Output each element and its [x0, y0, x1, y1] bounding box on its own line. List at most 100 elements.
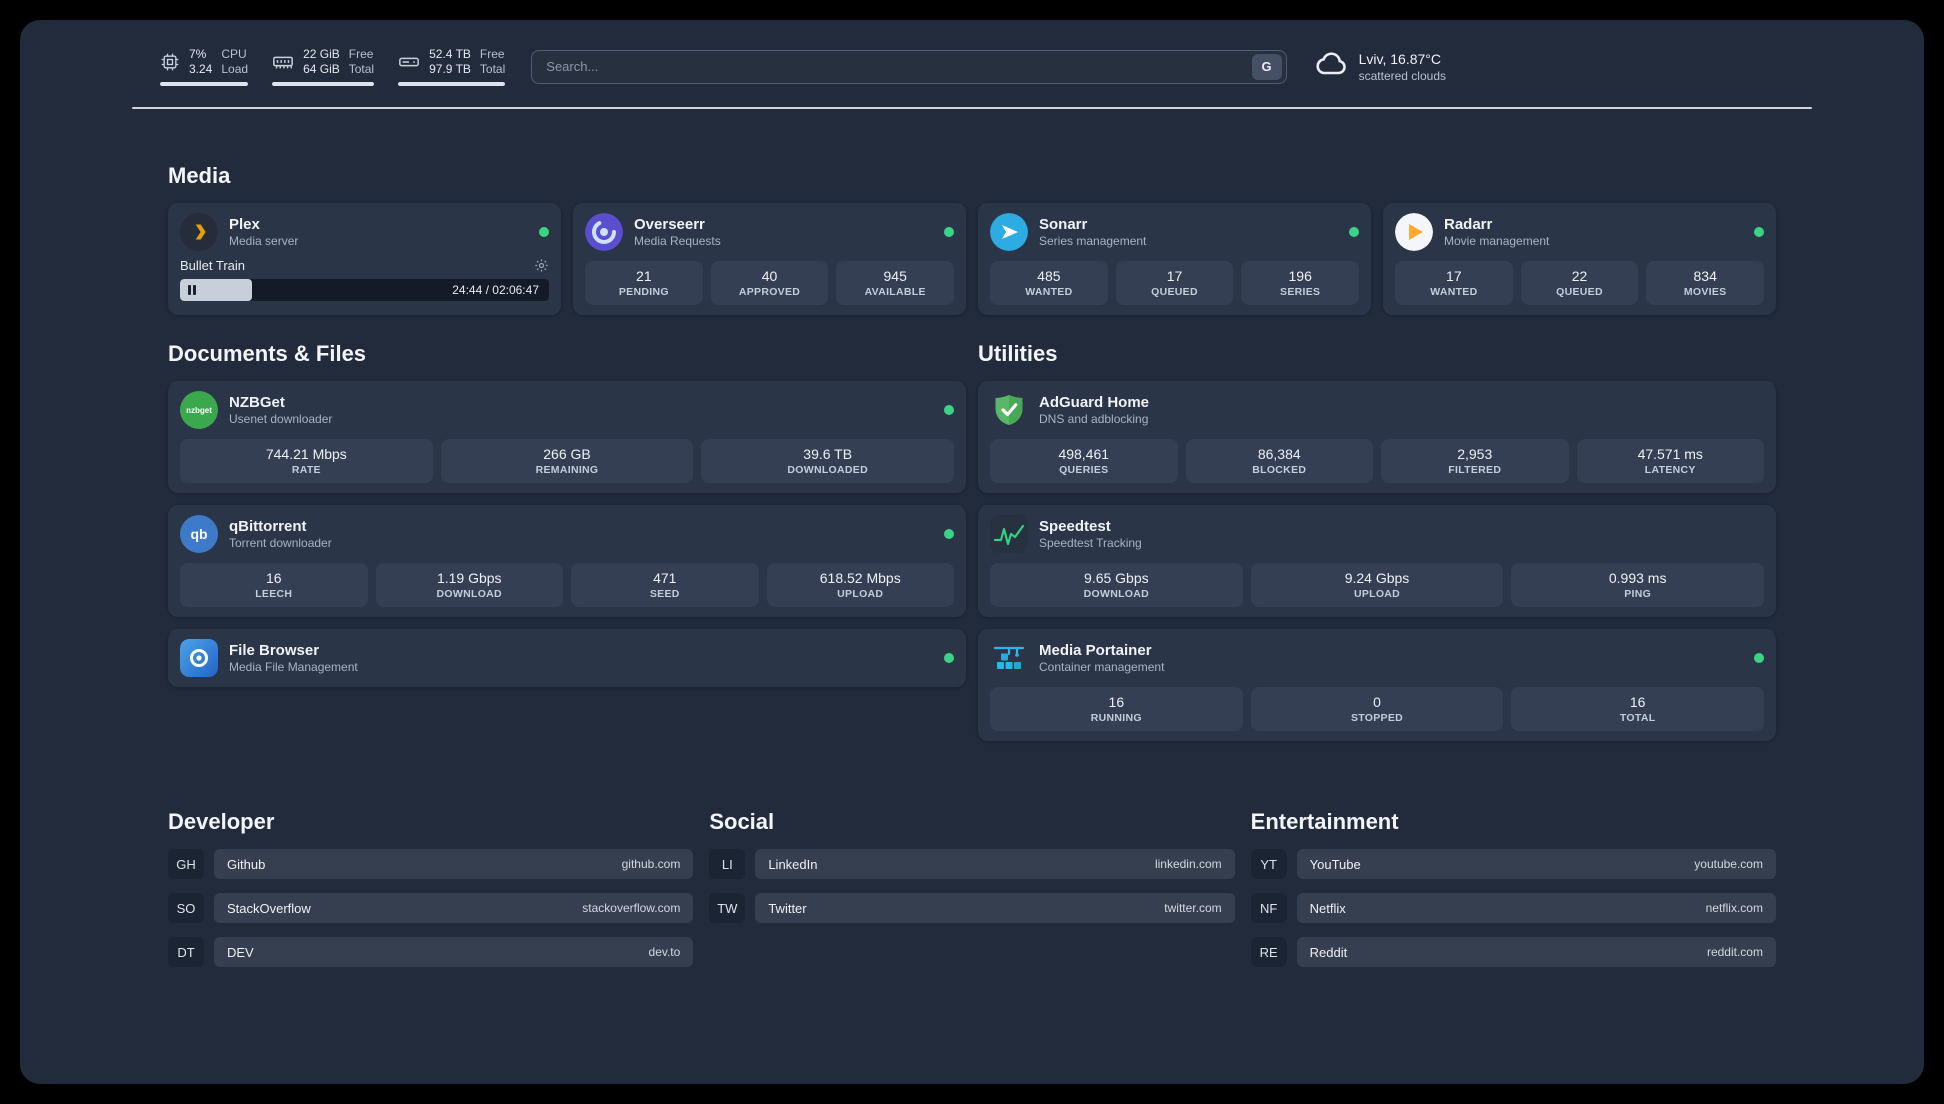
section-developer: Developer GH Github github.com SO StackO…: [168, 809, 694, 981]
pause-button[interactable]: [188, 285, 196, 295]
stat-tile: 2,953 FILTERED: [1381, 439, 1569, 483]
cpu-label2: Load: [221, 62, 249, 76]
app-name: Radarr: [1444, 216, 1493, 233]
bookmark-abbr: YT: [1250, 849, 1287, 879]
status-dot: [1754, 227, 1764, 237]
search-input[interactable]: [544, 58, 1252, 75]
section-media: Media Plex Media server Bullet Train 24:…: [168, 163, 1776, 315]
app-card-adguard[interactable]: AdGuard Home DNS and adblocking 498,461 …: [978, 381, 1776, 493]
memory-label2: Total: [348, 62, 375, 76]
gear-icon[interactable]: [534, 258, 549, 273]
app-name: Overseerr: [634, 216, 705, 233]
app-desc: Speedtest Tracking: [1039, 536, 1142, 550]
search-bar: G: [531, 49, 1287, 84]
bookmark-abbr: GH: [168, 849, 204, 879]
overseerr-icon: [585, 213, 623, 251]
app-name: Plex: [229, 216, 260, 233]
bookmark-abbr: SO: [168, 893, 204, 923]
stat-tile: 40 APPROVED: [710, 261, 829, 305]
app-card-qbittorrent[interactable]: qb qBittorrent Torrent downloader 16 LEE…: [168, 505, 966, 617]
media-heading: Media: [168, 163, 231, 188]
bookmark-link[interactable]: Netflix netflix.com: [1296, 893, 1776, 923]
app-name: NZBGet: [229, 394, 285, 411]
stat-tile: 21 PENDING: [585, 261, 703, 305]
app-desc: Torrent downloader: [229, 536, 332, 550]
status-dot: [944, 405, 954, 415]
bookmark-abbr: RE: [1250, 937, 1287, 967]
bookmark-link[interactable]: Twitter twitter.com: [755, 893, 1235, 923]
storage-free: 52.4 TB: [429, 47, 471, 61]
bookmark-netflix: NF Netflix netflix.com: [1250, 893, 1776, 923]
stat-tile: 9.24 Gbps UPLOAD: [1250, 563, 1504, 607]
qbittorrent-icon: qb: [180, 515, 218, 553]
app-desc: Series management: [1039, 234, 1147, 248]
app-card-sonarr[interactable]: Sonarr Series management 485 WANTED 17 Q…: [978, 203, 1371, 315]
app-card-speedtest[interactable]: Speedtest Speedtest Tracking 9.65 Gbps D…: [978, 505, 1776, 617]
bookmark-link[interactable]: LinkedIn linkedin.com: [755, 849, 1235, 879]
disk-icon: [398, 51, 420, 73]
memory-widget: 22 GiB 64 GiB Free Total: [272, 47, 375, 86]
storage-progress-bar: [398, 82, 506, 86]
stat-tile: 16 TOTAL: [1511, 687, 1765, 731]
bookmark-youtube: YT YouTube youtube.com: [1250, 849, 1776, 879]
radarr-icon: [1395, 213, 1433, 251]
portainer-icon: [990, 639, 1028, 677]
stat-tile: 9.65 Gbps DOWNLOAD: [990, 563, 1243, 607]
memory-total: 64 GiB: [303, 62, 340, 76]
now-playing-title: Bullet Train: [180, 258, 246, 273]
stat-tile: 196 SERIES: [1241, 261, 1360, 305]
status-dot: [1754, 653, 1764, 663]
utilities-heading: Utilities: [978, 341, 1058, 366]
stat-tile: 471 SEED: [571, 563, 759, 607]
bookmark-abbr: DT: [168, 937, 204, 967]
app-desc: Media server: [229, 234, 299, 248]
topbar-divider: [132, 107, 1812, 109]
memory-progress-bar: [272, 82, 375, 86]
weather-widget: Lviv, 16.87°C scattered clouds: [1313, 46, 1446, 87]
filebrowser-icon: [180, 639, 218, 677]
bookmark-link[interactable]: Github github.com: [214, 849, 694, 879]
developer-heading: Developer: [168, 809, 275, 834]
bookmark-link[interactable]: DEV dev.to: [214, 937, 694, 967]
bookmark-link[interactable]: Reddit reddit.com: [1296, 937, 1776, 967]
bookmark-linkedin: LI LinkedIn linkedin.com: [709, 849, 1235, 879]
stat-tile: 834 MOVIES: [1646, 261, 1765, 305]
stat-tile: 0 STOPPED: [1250, 687, 1504, 731]
app-card-nzbget[interactable]: nzbget NZBGet Usenet downloader 744.21 M…: [168, 381, 966, 493]
app-name: qBittorrent: [229, 518, 307, 535]
status-dot: [539, 227, 549, 237]
stat-tile: 744.21 Mbps RATE: [180, 439, 433, 483]
app-card-radarr[interactable]: Radarr Movie management 17 WANTED 22 QUE…: [1383, 203, 1776, 315]
app-card-plex[interactable]: Plex Media server Bullet Train 24:44 / 0…: [168, 203, 561, 315]
app-desc: Container management: [1039, 660, 1165, 674]
stat-tile: 22 QUEUED: [1520, 261, 1639, 305]
sonarr-icon: [990, 213, 1028, 251]
app-name: Media Portainer: [1039, 642, 1152, 659]
social-heading: Social: [709, 809, 775, 834]
app-desc: Movie management: [1444, 234, 1550, 248]
bookmark-link[interactable]: YouTube youtube.com: [1296, 849, 1776, 879]
bookmark-abbr: NF: [1250, 893, 1287, 923]
bookmark-link[interactable]: StackOverflow stackoverflow.com: [214, 893, 694, 923]
bookmark-stackoverflow: SO StackOverflow stackoverflow.com: [168, 893, 694, 923]
section-social: Social LI LinkedIn linkedin.com TW Twitt…: [709, 809, 1235, 937]
stat-tile: 17 WANTED: [1395, 261, 1513, 305]
ram-icon: [272, 51, 294, 73]
plex-icon: [180, 213, 218, 251]
app-card-filebrowser[interactable]: File Browser Media File Management: [168, 629, 966, 687]
stat-tile: 17 QUEUED: [1115, 261, 1234, 305]
stat-tile: 86,384 BLOCKED: [1185, 439, 1373, 483]
seek-bar[interactable]: 24:44 / 02:06:47: [180, 279, 549, 301]
speedtest-icon: [990, 515, 1028, 553]
status-dot: [944, 227, 954, 237]
search-engine-button[interactable]: G: [1251, 53, 1282, 80]
documents-heading: Documents & Files: [168, 341, 367, 366]
app-card-overseerr[interactable]: Overseerr Media Requests 21 PENDING 40 A…: [573, 203, 966, 315]
bookmark-dev: DT DEV dev.to: [168, 937, 694, 967]
top-bar: 7% 3.24 CPU Load 22 GiB 64 GiB Free Tota…: [160, 46, 1446, 87]
app-card-portainer[interactable]: Media Portainer Container management 16 …: [978, 629, 1776, 741]
adguard-icon: [990, 391, 1028, 429]
weather-condition: scattered clouds: [1358, 68, 1446, 83]
status-dot: [1349, 227, 1359, 237]
section-utilities: Utilities AdGuard Home DNS and adblockin…: [978, 341, 1776, 753]
